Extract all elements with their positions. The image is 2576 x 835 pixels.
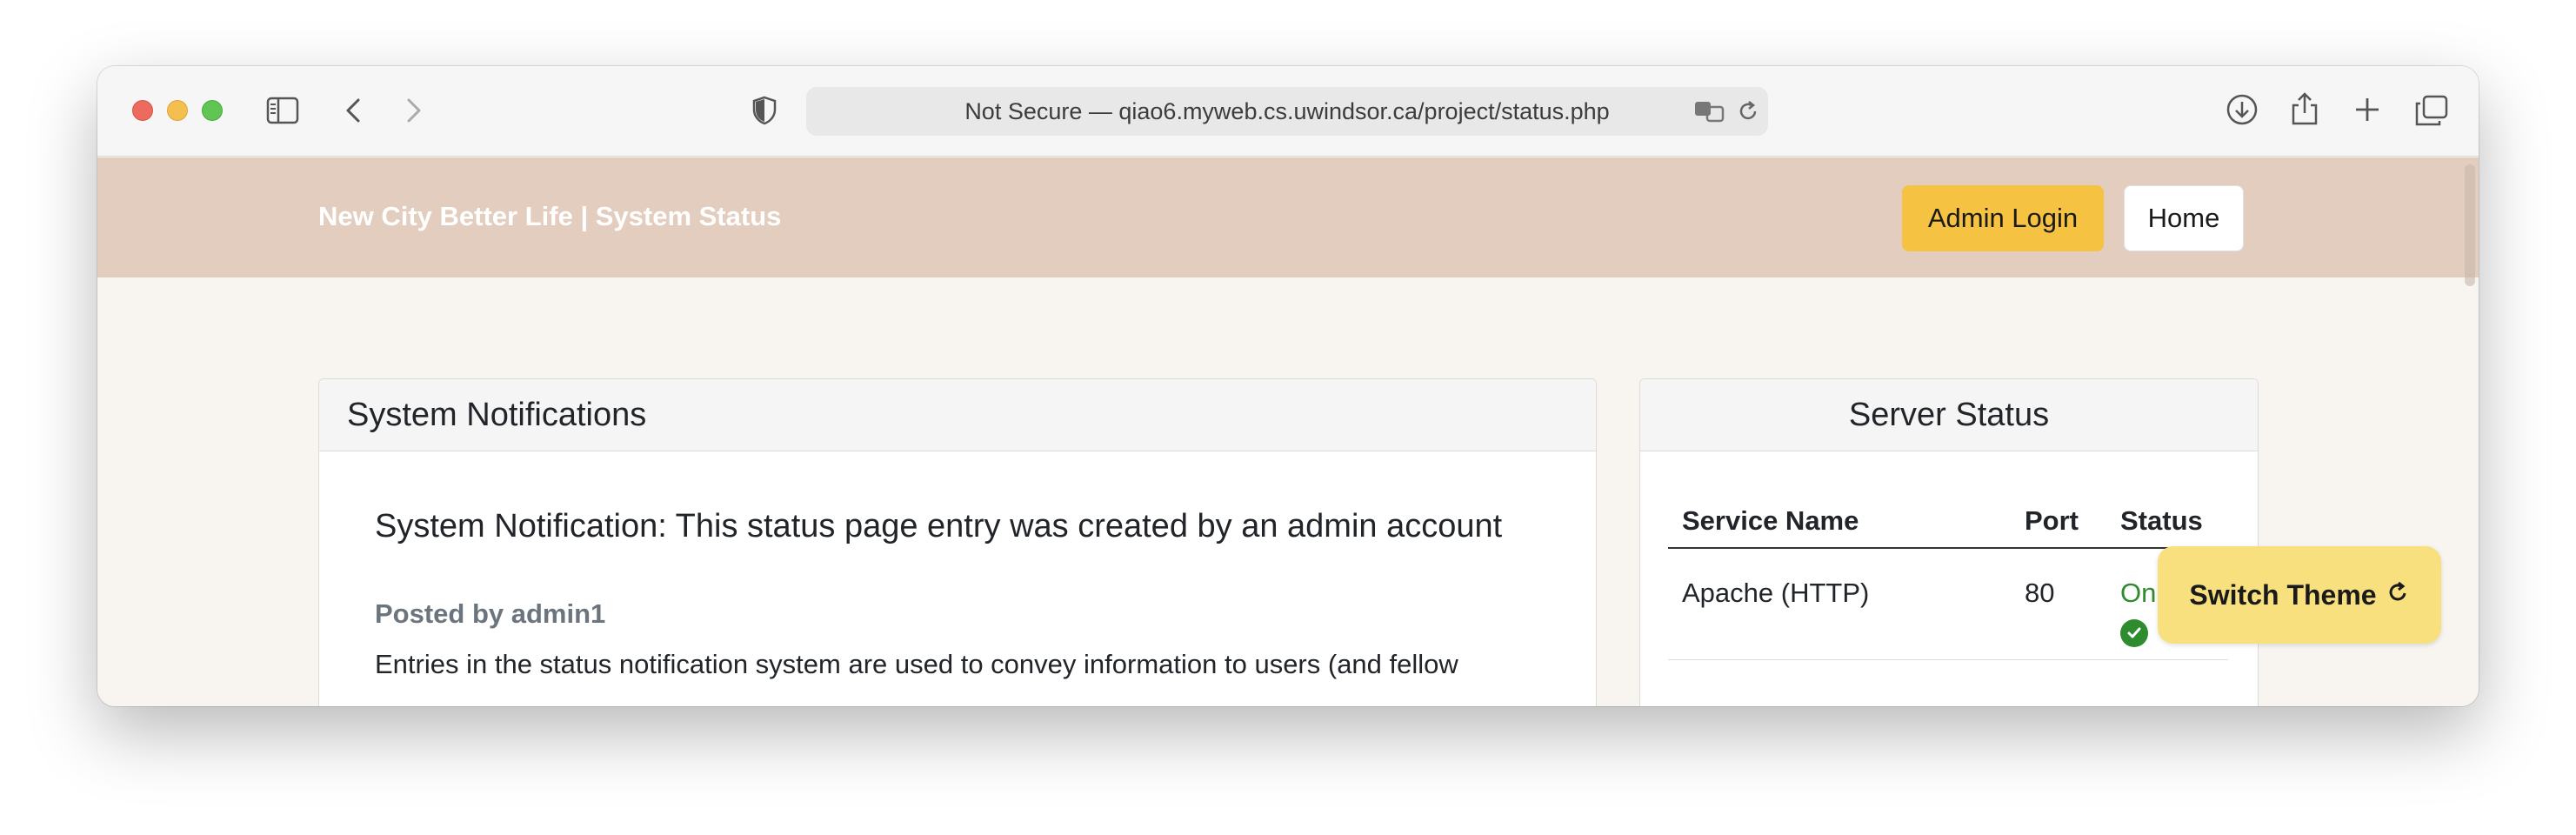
service-name-cell: Apache (HTTP) [1682, 578, 1870, 608]
admin-login-button[interactable]: Admin Login [1902, 185, 2104, 251]
site-navbar: New City Better Life | System Status Adm… [97, 157, 2479, 277]
share-icon[interactable] [2289, 90, 2320, 127]
forward-arrow-icon[interactable] [404, 96, 424, 125]
port-cell: 80 [2025, 578, 2055, 608]
column-header-service: Service Name [1682, 505, 1859, 536]
browser-toolbar: Not Secure — qiao6.myweb.cs.uwindsor.ca/… [97, 66, 2479, 157]
url-text: Not Secure — qiao6.myweb.cs.uwindsor.ca/… [964, 97, 1610, 124]
notification-body: Entries in the status notification syste… [375, 649, 1458, 679]
address-bar[interactable]: Not Secure — qiao6.myweb.cs.uwindsor.ca/… [806, 87, 1768, 136]
browser-window: Not Secure — qiao6.myweb.cs.uwindsor.ca/… [97, 66, 2479, 706]
page-scrollbar[interactable] [2465, 164, 2475, 286]
server-status-header: Server Status [1640, 379, 2258, 451]
notifications-header: System Notifications [319, 379, 1596, 451]
close-window-button[interactable] [132, 100, 153, 121]
minimize-window-button[interactable] [167, 100, 188, 121]
column-header-port: Port [2025, 505, 2079, 536]
check-circle-icon [2120, 619, 2148, 647]
server-status-card: Server Status Service Name Port Status A… [1639, 378, 2259, 706]
tab-overview-icon[interactable] [2414, 94, 2449, 127]
system-notifications-card: System Notifications System Notification… [318, 378, 1597, 706]
notification-author: Posted by admin1 [375, 598, 606, 629]
switch-theme-button[interactable]: Switch Theme [2158, 546, 2441, 644]
column-header-status: Status [2120, 505, 2203, 536]
switch-theme-label: Switch Theme [2189, 578, 2377, 611]
zoom-window-button[interactable] [202, 100, 223, 121]
home-button[interactable]: Home [2124, 185, 2244, 251]
table-header-divider [1668, 547, 2228, 549]
site-brand[interactable]: New City Better Life | System Status [318, 201, 781, 232]
back-arrow-icon[interactable] [343, 96, 364, 125]
notification-title: System Notification: This status page en… [375, 508, 1503, 544]
refresh-icon [2386, 579, 2410, 611]
sidebar-icon[interactable] [266, 96, 299, 125]
status-cell: On [2120, 578, 2157, 608]
table-row-divider [1668, 659, 2228, 660]
shield-icon[interactable] [751, 94, 777, 127]
new-tab-icon[interactable] [2352, 94, 2383, 125]
reload-icon[interactable] [1736, 97, 1760, 125]
download-icon[interactable] [2225, 92, 2259, 127]
translate-icon[interactable] [1692, 97, 1725, 125]
